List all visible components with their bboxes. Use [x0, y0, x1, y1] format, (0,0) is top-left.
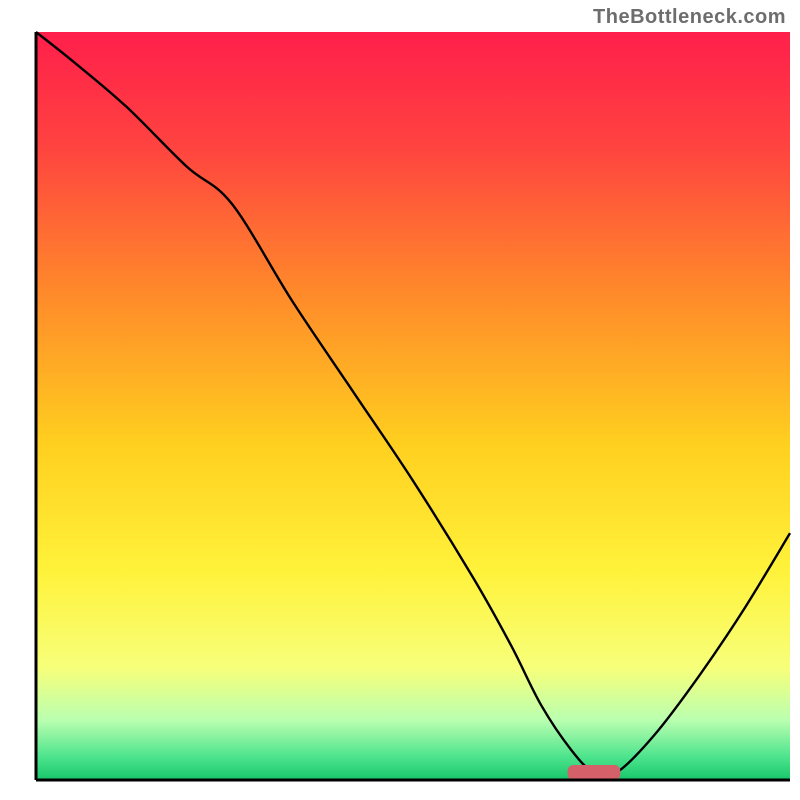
optimal-marker	[568, 765, 621, 780]
chart-container: TheBottleneck.com	[0, 0, 800, 800]
bottleneck-curve-chart	[0, 0, 800, 800]
gradient-background	[36, 32, 790, 780]
watermark-text: TheBottleneck.com	[593, 6, 786, 29]
